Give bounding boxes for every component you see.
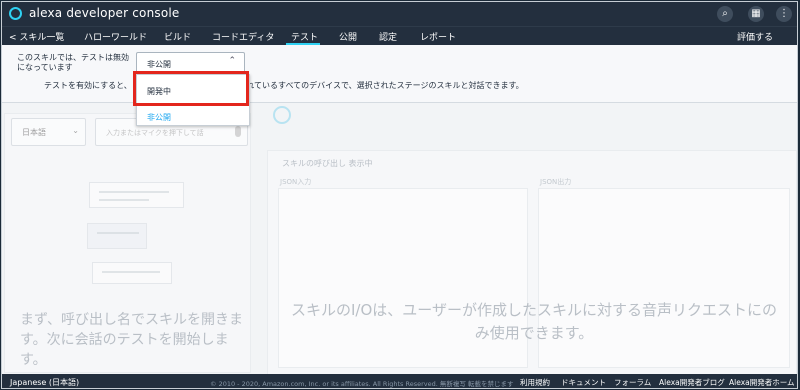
chevron-up-icon: ⌃	[228, 56, 236, 66]
highlight-box	[133, 71, 249, 106]
footer-link-forum[interactable]: フォーラム	[614, 377, 651, 388]
console-window: alexa developer console ⌕ ▦ ⋮ < スキル一覧 ハロ…	[1, 1, 798, 389]
nav-report[interactable]: レポート	[420, 30, 456, 43]
main-nav: < スキル一覧 ハローワールド ビルド コードエディタ テスト 公開 認定 レポ…	[2, 26, 797, 45]
simulator-empty-message: まず、呼び出し名でスキルを開きます。次に会話のテストを開始します。	[20, 312, 244, 368]
nav-hello-world[interactable]: ハローワールド	[84, 30, 147, 43]
footer: Japanese (日本語) © 2010 - 2020, Amazon.com…	[2, 374, 797, 388]
nav-test[interactable]: テスト	[291, 30, 318, 43]
skill-io-title: スキルの呼び出し 表示中	[282, 159, 373, 168]
rate-link[interactable]: 評価する	[737, 30, 773, 43]
placeholder-line	[97, 232, 139, 234]
option-private[interactable]: 非公開	[147, 112, 171, 123]
stage-select-value: 非公開	[147, 60, 171, 69]
chat-bubble	[89, 182, 184, 208]
app-title: alexa developer console	[29, 6, 180, 20]
mic-icon[interactable]	[235, 126, 241, 137]
placeholder-line	[102, 271, 160, 273]
chat-bubble	[92, 262, 172, 284]
alexa-logo-icon	[9, 7, 22, 20]
test-info-bar: このスキルでは、テストは無効になっています 非公開 ⌃ テストを有効にすると、 …	[2, 45, 797, 103]
loading-spinner-icon	[273, 106, 291, 124]
language-select-value: 日本語	[22, 128, 46, 137]
chevron-down-icon: ⌄	[72, 126, 79, 135]
search-icon[interactable]: ⌕	[717, 6, 733, 22]
chat-bubble	[87, 223, 147, 249]
apps-icon[interactable]: ▦	[748, 6, 764, 22]
nav-skill-list[interactable]: < スキル一覧	[9, 30, 64, 43]
placeholder-line	[99, 199, 149, 201]
test-status-label: このスキルでは、テストは無効になっています	[17, 53, 129, 72]
nav-certify[interactable]: 認定	[379, 30, 397, 43]
footer-link-docs[interactable]: ドキュメント	[561, 377, 606, 388]
nav-code-editor[interactable]: コードエディタ	[212, 30, 274, 43]
more-vert-icon[interactable]: ⋮	[776, 6, 792, 22]
nav-publish[interactable]: 公開	[339, 30, 357, 43]
top-bar: alexa developer console ⌕ ▦ ⋮	[2, 2, 797, 26]
placeholder-line	[99, 191, 169, 193]
footer-copyright: © 2010 - 2020, Amazon.com, Inc. or its a…	[210, 380, 514, 388]
test-description: テストを有効にすると、 開発者アカウントに関連付けられているすべてのデバイスで、…	[44, 81, 524, 90]
language-select[interactable]: 日本語 ⌄	[11, 118, 86, 146]
footer-language-switch[interactable]: Japanese (日本語)	[10, 377, 79, 388]
footer-link-terms[interactable]: 利用規約	[520, 377, 550, 388]
footer-link-home[interactable]: Alexa開発者ホーム	[729, 377, 795, 388]
json-input-label: JSON入力	[280, 178, 312, 186]
skill-io-message: スキルのI/Oは、ユーザーが作成したスキルに対する音声リクエストにのみ使用できま…	[291, 301, 777, 342]
footer-link-blog[interactable]: Alexa開発者ブログ	[659, 377, 725, 388]
footer-language-label: Japanese (日本語)	[10, 378, 80, 387]
nav-build[interactable]: ビルド	[164, 30, 191, 43]
json-output-label: JSON出力	[540, 178, 572, 186]
